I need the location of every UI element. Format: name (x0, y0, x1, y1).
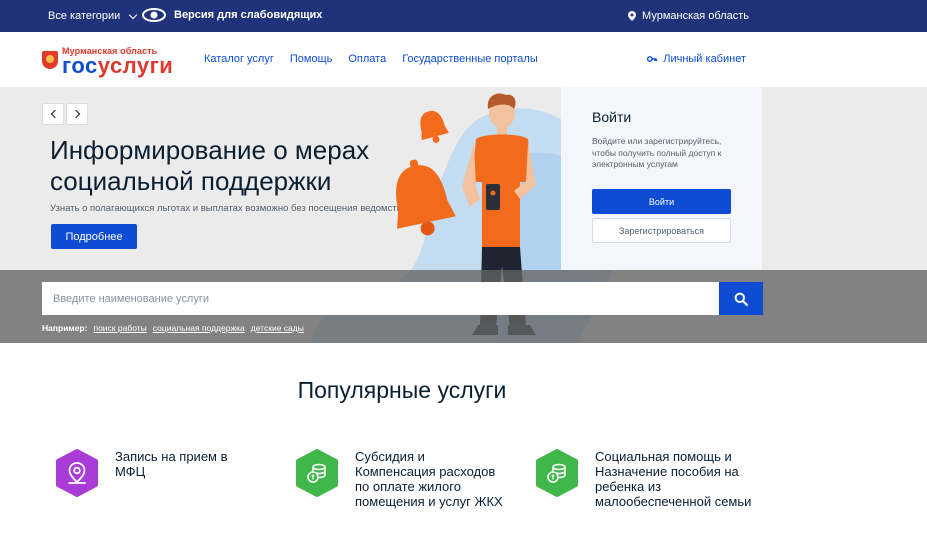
logo-wordmark: госуслуги (62, 53, 174, 78)
cabinet-label: Личный кабинет (663, 53, 746, 65)
search-icon (734, 292, 748, 306)
login-description: Войдите или зарегистрируйтесь, чтобы пол… (592, 136, 722, 169)
location-pin-icon (68, 462, 86, 484)
service-card-child-benefit[interactable]: Социальная помощь и Назначение пособия н… (533, 449, 763, 509)
location-pin-icon (628, 11, 637, 21)
service-icon-wrapper (293, 449, 341, 497)
personal-cabinet-link[interactable]: Личный кабинет (647, 53, 746, 65)
accessibility-label: Версия для слабовидящих (174, 9, 323, 21)
nav-help[interactable]: Помощь (290, 53, 333, 65)
search-examples: Например: поиск работы социальная поддер… (42, 323, 304, 333)
accessibility-version-link[interactable]: Версия для слабовидящих (142, 8, 322, 22)
login-panel: Войти Войдите или зарегистрируйтесь, что… (561, 87, 762, 270)
hero-title: Информирование о мерах социальной поддер… (50, 135, 370, 196)
carousel-arrows (42, 103, 88, 125)
service-label: Социальная помощь и Назначение пособия н… (595, 449, 752, 509)
example-link-social-support[interactable]: социальная поддержка (153, 323, 245, 333)
register-button[interactable]: Зарегистрироваться (592, 218, 731, 243)
region-emblem-icon (42, 51, 58, 69)
chevron-left-icon (50, 109, 59, 119)
search-button[interactable] (719, 282, 763, 315)
nav-catalog[interactable]: Каталог услуг (204, 53, 274, 65)
service-icon-wrapper (53, 449, 101, 497)
service-icon-wrapper (533, 449, 581, 497)
bell-small-icon (420, 110, 449, 143)
carousel-next-button[interactable] (66, 103, 88, 125)
service-card-mfc-appointment[interactable]: Запись на прием в МФЦ (53, 449, 253, 497)
login-button[interactable]: Войти (592, 189, 731, 214)
login-title: Войти (592, 109, 632, 125)
service-label: Субсидия и Компенсация расходов по оплат… (355, 449, 503, 509)
site-header: Мурманская область госуслуги Каталог усл… (0, 32, 927, 87)
service-card-housing-subsidy[interactable]: Субсидия и Компенсация расходов по оплат… (293, 449, 513, 509)
region-selector[interactable]: Мурманская область (628, 10, 749, 22)
popular-services-title: Популярные услуги (297, 377, 507, 403)
top-bar: Все категории Версия для слабовидящих Му… (0, 0, 927, 32)
service-search-input[interactable] (42, 282, 719, 315)
categories-dropdown[interactable]: Все категории (48, 10, 138, 22)
search-band: Например: поиск работы социальная поддер… (0, 270, 927, 343)
example-link-job-search[interactable]: поиск работы (93, 323, 146, 333)
nav-payment[interactable]: Оплата (348, 53, 386, 65)
hero-subtitle: Узнать о полагающихся льготах и выплатах… (50, 203, 402, 214)
hero-more-button[interactable]: Подробнее (51, 224, 137, 249)
coins-icon (307, 463, 326, 483)
main-nav: Каталог услуг Помощь Оплата Государствен… (204, 53, 538, 65)
eye-icon (142, 8, 166, 22)
key-icon (647, 56, 658, 62)
bell-large-icon (396, 159, 456, 236)
region-label: Мурманская область (642, 10, 749, 22)
examples-label: Например: (42, 323, 88, 333)
categories-label: Все категории (48, 10, 121, 22)
gosuslugi-logo[interactable]: Мурманская область госуслуги (42, 45, 182, 77)
carousel-prev-button[interactable] (42, 103, 64, 125)
service-label: Запись на прием в МФЦ (115, 449, 228, 479)
example-link-kindergartens[interactable]: детские сады (251, 323, 304, 333)
chevron-down-icon (129, 10, 138, 19)
chevron-right-icon (71, 109, 80, 119)
nav-gov-portals[interactable]: Государственные порталы (402, 53, 538, 65)
coins-icon (547, 463, 566, 483)
